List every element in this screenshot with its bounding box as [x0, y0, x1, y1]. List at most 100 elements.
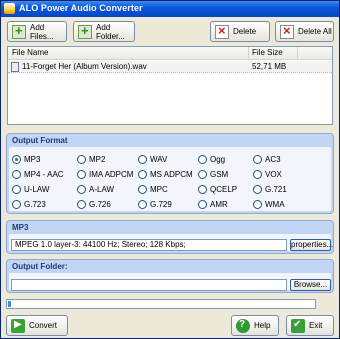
radio-icon	[77, 169, 86, 179]
format-option-g726[interactable]: G.726	[77, 199, 111, 209]
radio-icon	[138, 184, 147, 194]
output-folder-title: Output Folder:	[12, 262, 68, 271]
exit-label: Exit	[309, 321, 323, 330]
column-file-size[interactable]: File Size	[252, 48, 283, 57]
radio-icon	[198, 169, 207, 179]
file-list[interactable]: File Name File Size 11-Forget Her (Album…	[7, 46, 333, 125]
delete-button[interactable]: Delete	[210, 21, 270, 42]
radio-icon	[77, 184, 86, 194]
format-settings-field: MPEG 1.0 layer-3: 44100 Hz; Stereo; 128 …	[11, 239, 287, 251]
add-folder-label: Add Folder...	[96, 22, 125, 41]
radio-icon	[12, 169, 21, 179]
format-label: MS ADPCM	[150, 169, 193, 179]
format-option-amr[interactable]: AMR	[198, 199, 228, 209]
format-label: G.723	[24, 199, 46, 209]
format-label: QCELP	[210, 184, 238, 194]
format-settings-title: MP3	[12, 223, 29, 232]
format-option-qcelp[interactable]: QCELP	[198, 184, 237, 194]
add-folder-button[interactable]: Add Folder...	[73, 21, 135, 42]
format-option-u-law[interactable]: U-LAW	[12, 184, 49, 194]
format-option-ac3[interactable]: AC3	[253, 154, 281, 164]
format-option-vox[interactable]: VOX	[253, 169, 282, 179]
radio-icon	[138, 154, 147, 164]
convert-button[interactable]: Convert	[6, 315, 68, 336]
column-divider	[297, 47, 298, 60]
delete-icon	[215, 23, 229, 39]
radio-icon	[198, 154, 207, 164]
radio-selected-icon	[12, 154, 21, 164]
output-folder-input[interactable]	[11, 279, 287, 291]
file-size-cell: 52,71 MB	[252, 62, 287, 71]
radio-icon	[77, 154, 86, 164]
format-label: VOX	[265, 169, 282, 179]
file-row[interactable]: 11-Forget Her (Album Version).wav 52,71 …	[8, 61, 332, 73]
convert-label: Convert	[29, 321, 58, 330]
delete-all-button[interactable]: Delete All	[275, 21, 334, 42]
format-option-mp2[interactable]: MP2	[77, 154, 105, 164]
radio-icon	[253, 154, 262, 164]
progress-fill	[8, 301, 11, 307]
format-option-wav[interactable]: WAV	[138, 154, 167, 164]
radio-icon	[198, 184, 207, 194]
format-label: IMA ADPCM	[89, 169, 134, 179]
radio-icon	[138, 199, 147, 209]
audio-file-icon	[11, 62, 19, 72]
format-label: A-LAW	[89, 184, 115, 194]
format-option-gsm[interactable]: GSM	[198, 169, 228, 179]
format-label: AMR	[210, 199, 228, 209]
format-option-a-law[interactable]: A-LAW	[77, 184, 114, 194]
progress-bar	[6, 299, 316, 309]
exit-icon	[291, 318, 305, 333]
add-folder-icon	[78, 23, 92, 39]
format-option-wma[interactable]: WMA	[253, 199, 285, 209]
format-option-ogg[interactable]: Ogg	[198, 154, 225, 164]
help-label: Help	[254, 321, 271, 330]
properties-button[interactable]: properties...	[290, 239, 333, 251]
radio-icon	[12, 184, 21, 194]
main-window: ALO Power Audio Converter Add Files... A…	[0, 0, 340, 339]
format-label: MP3	[24, 154, 41, 164]
format-option-ms-adpcm[interactable]: MS ADPCM	[138, 169, 193, 179]
format-label: GSM	[210, 169, 229, 179]
output-format-title: Output Format	[12, 136, 68, 145]
radio-icon	[138, 169, 147, 179]
play-icon	[11, 318, 25, 333]
format-label: WMA	[265, 199, 285, 209]
radio-icon	[77, 199, 86, 209]
format-option-mp4-aac[interactable]: MP4 - AAC	[12, 169, 64, 179]
add-file-icon	[12, 23, 26, 39]
add-files-label: Add Files...	[30, 22, 54, 41]
add-files-button[interactable]: Add Files...	[7, 21, 67, 42]
title-bar: ALO Power Audio Converter	[1, 1, 339, 17]
help-button[interactable]: Help	[231, 315, 279, 336]
format-label: WAV	[150, 154, 168, 164]
format-label: AC3	[265, 154, 281, 164]
radio-icon	[253, 184, 262, 194]
format-label: U-LAW	[24, 184, 50, 194]
file-name-cell: 11-Forget Her (Album Version).wav	[22, 62, 147, 71]
format-option-mp3[interactable]: MP3	[12, 154, 40, 164]
format-label: MPC	[150, 184, 168, 194]
format-label: G.721	[265, 184, 287, 194]
radio-icon	[253, 199, 262, 209]
format-label: MP2	[89, 154, 106, 164]
file-list-header: File Name File Size	[8, 47, 332, 60]
format-option-ima-adpcm[interactable]: IMA ADPCM	[77, 169, 133, 179]
format-label: MP4 - AAC	[24, 169, 64, 179]
browse-button[interactable]: Browse...	[290, 279, 331, 291]
format-option-g729[interactable]: G.729	[138, 199, 172, 209]
radio-icon	[253, 169, 262, 179]
delete-label: Delete	[233, 27, 257, 36]
format-option-g721[interactable]: G.721	[253, 184, 287, 194]
column-divider	[248, 47, 249, 60]
exit-button[interactable]: Exit	[286, 315, 334, 336]
format-label: G.729	[150, 199, 172, 209]
delete-all-label: Delete All	[298, 27, 332, 36]
format-label: G.726	[89, 199, 111, 209]
format-label: Ogg	[210, 154, 226, 164]
column-file-name[interactable]: File Name	[12, 48, 48, 57]
format-option-mpc[interactable]: MPC	[138, 184, 168, 194]
help-icon	[236, 318, 250, 333]
radio-icon	[198, 199, 207, 209]
format-option-g723[interactable]: G.723	[12, 199, 46, 209]
